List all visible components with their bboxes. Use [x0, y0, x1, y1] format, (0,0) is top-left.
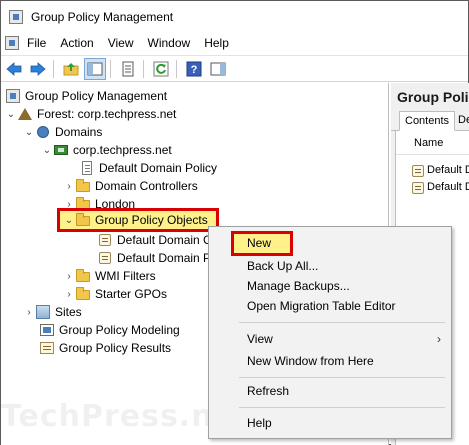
- forest-icon: [17, 106, 33, 122]
- list-item[interactable]: Default D: [410, 162, 469, 178]
- back-arrow-icon[interactable]: [3, 58, 25, 80]
- expanded-chevron-icon[interactable]: ⌄: [5, 105, 17, 123]
- menu-separator: [239, 407, 445, 408]
- menu-window[interactable]: Window: [141, 33, 198, 53]
- properties-icon[interactable]: [117, 58, 139, 80]
- gpo-link-icon: [79, 160, 95, 176]
- menu-action[interactable]: Action: [53, 33, 100, 53]
- folder-icon: [75, 286, 91, 302]
- tree-item-forest[interactable]: ⌄ Forest: corp.techpress.net: [5, 105, 177, 123]
- tree-item-group-policy-objects[interactable]: ⌄ Group Policy Objects: [63, 211, 208, 229]
- folder-icon: [75, 212, 91, 228]
- tree-item-domain-controllers[interactable]: › Domain Controllers: [63, 177, 198, 195]
- menu-item-help[interactable]: Help: [209, 413, 451, 433]
- gpo-scroll-icon: [97, 232, 113, 248]
- menu-separator: [239, 377, 445, 378]
- submenu-arrow-icon: ›: [437, 332, 441, 346]
- modeling-icon: [39, 322, 55, 338]
- collapsed-chevron-icon[interactable]: ›: [23, 303, 35, 321]
- menu-help[interactable]: Help: [197, 33, 236, 53]
- app-window: Group Policy Management File Action View…: [0, 0, 469, 445]
- results-icon: [39, 340, 55, 356]
- gpm-app-icon: [8, 9, 24, 25]
- help-icon[interactable]: ?: [183, 58, 205, 80]
- svg-text:?: ?: [191, 64, 198, 76]
- gpo-scroll-icon: [97, 250, 113, 266]
- window-title: Group Policy Management: [31, 9, 174, 24]
- menu-item-open-migration-table-editor[interactable]: Open Migration Table Editor: [209, 296, 451, 316]
- menu-bar: File Action View Window Help: [1, 32, 468, 54]
- tree-item-sites[interactable]: › Sites: [23, 303, 82, 321]
- tree-item-group-policy-modeling[interactable]: Group Policy Modeling: [39, 321, 180, 339]
- toolbar-separator: [110, 59, 111, 78]
- tree-item-starter-gpos[interactable]: › Starter GPOs: [63, 285, 167, 303]
- list-item[interactable]: Default D: [410, 179, 469, 195]
- menu-separator: [239, 322, 445, 323]
- folder-icon: [75, 268, 91, 284]
- domains-icon: [35, 124, 51, 140]
- menu-file[interactable]: File: [20, 33, 53, 53]
- toolbar-separator: [143, 59, 144, 78]
- column-header-name[interactable]: Name: [396, 131, 469, 155]
- gpm-icon: [5, 88, 21, 104]
- tree-item-gpo-default-domain-p[interactable]: Default Domain P: [97, 249, 211, 267]
- expanded-chevron-icon[interactable]: ⌄: [63, 211, 75, 229]
- title-bar: Group Policy Management: [1, 1, 468, 32]
- expanded-chevron-icon[interactable]: ⌄: [41, 141, 53, 159]
- domain-icon: [53, 142, 69, 158]
- tree-item-gpo-default-domain-c[interactable]: Default Domain C: [97, 231, 212, 249]
- collapsed-chevron-icon[interactable]: ›: [63, 285, 75, 303]
- ou-folder-icon: [75, 178, 91, 194]
- menu-item-back-up-all[interactable]: Back Up All...: [209, 256, 451, 276]
- menu-item-view[interactable]: View ›: [209, 329, 451, 349]
- gpo-scroll-icon: [410, 180, 424, 194]
- collapsed-chevron-icon[interactable]: ›: [63, 267, 75, 285]
- context-menu: New Back Up All... Manage Backups... Ope…: [208, 226, 452, 439]
- tree-item-group-policy-results[interactable]: Group Policy Results: [39, 339, 171, 357]
- menu-item-refresh[interactable]: Refresh: [209, 381, 451, 401]
- show-hide-tree-icon[interactable]: [84, 57, 106, 80]
- expanded-chevron-icon[interactable]: ⌄: [23, 123, 35, 141]
- menu-item-new[interactable]: New: [231, 231, 293, 256]
- menu-item-view-label: View: [247, 332, 273, 346]
- collapsed-chevron-icon[interactable]: ›: [63, 177, 75, 195]
- menu-view[interactable]: View: [101, 33, 141, 53]
- toolbar-separator: [53, 59, 54, 78]
- details-title: Group Polic: [397, 89, 469, 105]
- tree-item-default-domain-policy[interactable]: Default Domain Policy: [79, 159, 217, 177]
- details-tabs: Contents De: [391, 109, 469, 131]
- toolbar: ?: [1, 55, 468, 82]
- gpo-scroll-icon: [410, 163, 424, 177]
- tab-contents[interactable]: Contents: [399, 111, 456, 131]
- up-folder-icon[interactable]: [60, 58, 82, 80]
- menu-item-new-window-from-here[interactable]: New Window from Here: [209, 351, 451, 371]
- forward-arrow-icon[interactable]: [27, 58, 49, 80]
- tree-item-domains[interactable]: ⌄ Domains: [23, 123, 103, 141]
- tree-item-root[interactable]: Group Policy Management: [5, 87, 167, 105]
- tree-item-domain[interactable]: ⌄ corp.techpress.net: [41, 141, 172, 159]
- sites-icon: [35, 304, 51, 320]
- tab-delegation[interactable]: De: [453, 111, 469, 131]
- menu-item-manage-backups[interactable]: Manage Backups...: [209, 276, 451, 296]
- tree-item-wmi-filters[interactable]: › WMI Filters: [63, 267, 156, 285]
- action-pane-icon[interactable]: [207, 58, 229, 80]
- toolbar-separator: [176, 59, 177, 78]
- system-menu-icon[interactable]: [4, 35, 20, 51]
- refresh-icon[interactable]: [150, 58, 172, 80]
